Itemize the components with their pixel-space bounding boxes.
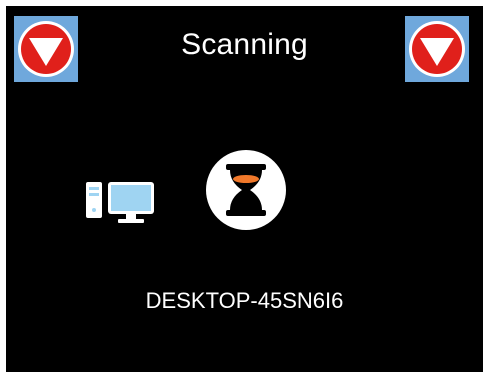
stop-icon <box>409 21 465 77</box>
stop-button-right[interactable] <box>405 16 469 82</box>
computer-icon <box>84 180 156 226</box>
device-name: DESKTOP-45SN6I6 <box>145 288 344 313</box>
hourglass-icon <box>204 148 288 232</box>
